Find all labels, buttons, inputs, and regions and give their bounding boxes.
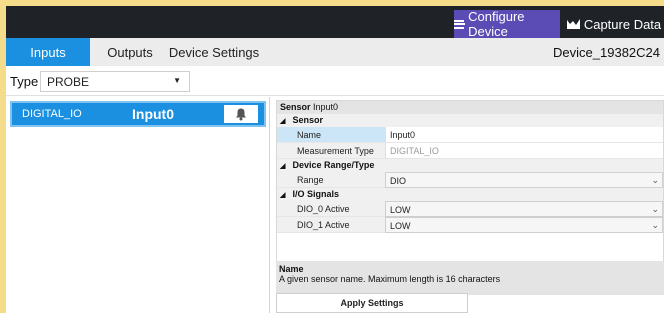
- tab-outputs[interactable]: Outputs: [96, 38, 164, 66]
- category-sensor[interactable]: ◢ Sensor: [277, 114, 663, 127]
- property-row[interactable]: DIO_1 Active LOW ⌄: [277, 217, 663, 233]
- app-window: Configure Device Capture Data Inputs Out…: [6, 6, 664, 313]
- property-name: DIO_1 Active: [277, 217, 385, 233]
- property-row[interactable]: Name Input0: [277, 127, 663, 143]
- name-field[interactable]: Input0: [385, 127, 663, 143]
- range-select[interactable]: DIO ⌄: [385, 172, 663, 188]
- type-select-value: PROBE: [47, 74, 90, 89]
- property-row[interactable]: Range DIO ⌄: [277, 172, 663, 188]
- category-io-signals[interactable]: ◢ I/O Signals: [277, 188, 663, 201]
- top-bar: Configure Device Capture Data: [6, 6, 664, 39]
- dio1-active-value: LOW: [390, 221, 411, 231]
- property-row[interactable]: DIO_0 Active LOW ⌄: [277, 201, 663, 217]
- description-title: Name: [279, 264, 304, 274]
- measurement-type-value: DIGITAL_IO: [385, 143, 663, 159]
- type-row: Type PROBE ▼: [6, 66, 664, 96]
- device-id-label: Device_19382C24: [553, 44, 660, 60]
- description-text: A given sensor name. Maximum length is 1…: [279, 274, 501, 284]
- capture-data-label: Capture Data: [583, 16, 662, 32]
- dio0-active-value: LOW: [390, 205, 411, 215]
- tab-device-settings[interactable]: Device Settings: [166, 38, 262, 66]
- category-label: I/O Signals: [292, 189, 340, 199]
- configure-device-button[interactable]: Configure Device: [454, 9, 560, 39]
- property-grid: Sensor Input0 ◢ Sensor Name Input0 Measu…: [276, 100, 664, 276]
- property-name: DIO_0 Active: [277, 201, 385, 217]
- type-label: Type: [10, 74, 39, 89]
- chevron-down-icon: ⌄: [651, 220, 659, 230]
- tab-bar: Inputs Outputs Device Settings Device_19…: [6, 38, 664, 66]
- chevron-down-icon: ▼: [173, 76, 181, 85]
- input-card-name: Input0: [132, 106, 174, 122]
- inputs-list-panel: DIGITAL_IO Input0: [6, 97, 270, 313]
- property-grid-header: Sensor Input0: [277, 101, 663, 114]
- description-panel: Name A given sensor name. Maximum length…: [276, 261, 664, 295]
- tab-inputs[interactable]: Inputs: [6, 38, 90, 66]
- input-card-type: DIGITAL_IO: [22, 108, 82, 120]
- type-select[interactable]: PROBE ▼: [40, 71, 190, 92]
- tab-inputs-label: Inputs: [30, 44, 66, 60]
- category-label: Device Range/Type: [292, 160, 375, 170]
- apply-settings-button[interactable]: Apply Settings: [276, 293, 468, 313]
- property-name: Range: [277, 172, 385, 188]
- apply-settings-label: Apply Settings: [340, 298, 404, 308]
- category-label: Sensor: [292, 115, 324, 125]
- range-select-value: DIO: [390, 176, 407, 186]
- chevron-down-icon: ⌄: [651, 175, 659, 185]
- dio1-active-select[interactable]: LOW ⌄: [385, 217, 663, 233]
- tab-device-settings-label: Device Settings: [168, 44, 260, 60]
- property-name: Measurement Type: [277, 143, 385, 159]
- tab-outputs-label: Outputs: [107, 44, 153, 60]
- input-card[interactable]: DIGITAL_IO Input0: [10, 101, 266, 127]
- property-name: Name: [277, 127, 385, 143]
- configure-device-label: Configure Device: [468, 9, 525, 39]
- capture-data-button[interactable]: Capture Data: [564, 10, 664, 38]
- category-device-range[interactable]: ◢ Device Range/Type: [277, 159, 663, 172]
- properties-panel: Sensor Input0 ◢ Sensor Name Input0 Measu…: [276, 100, 664, 313]
- property-row: Measurement Type DIGITAL_IO: [277, 143, 663, 159]
- chevron-down-icon: ⌄: [651, 204, 659, 214]
- property-grid-header-label: Sensor: [280, 102, 311, 112]
- bell-icon: [236, 108, 246, 120]
- chart-icon: [566, 19, 580, 29]
- alarm-button[interactable]: [224, 105, 258, 123]
- property-grid-header-value: Input0: [313, 102, 339, 112]
- list-icon: [454, 19, 466, 29]
- dio0-active-select[interactable]: LOW ⌄: [385, 201, 663, 217]
